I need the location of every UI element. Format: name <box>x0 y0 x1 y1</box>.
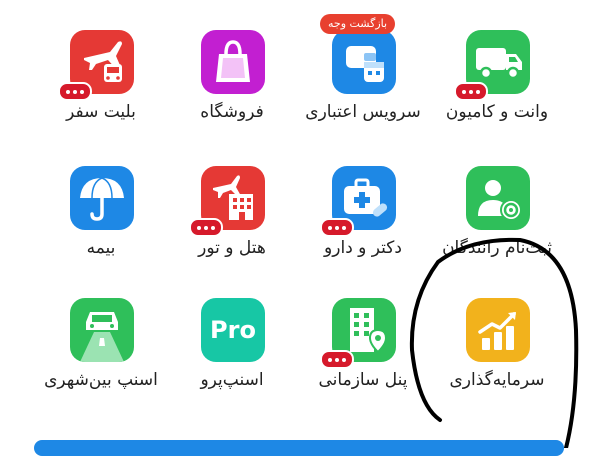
service-shop[interactable]: فروشگاه <box>167 30 297 160</box>
service-intercity[interactable]: اسنپ بین‌شهری <box>36 298 166 428</box>
service-label: اسنپ‌پرو <box>200 370 264 390</box>
refund-badge: بازگشت وجه <box>320 14 396 34</box>
service-hotel-tour[interactable]: هتل و تور <box>167 166 297 296</box>
driver-wheel-icon <box>466 166 530 230</box>
service-label: سرویس اعتباری <box>305 102 421 122</box>
service-travel-tickets[interactable]: بلیت سفر <box>36 30 166 160</box>
more-dots-icon <box>189 218 223 237</box>
service-label: پنل سازمانی <box>318 370 408 390</box>
service-label: دکتر و دارو <box>324 238 402 258</box>
more-dots-icon <box>58 82 92 101</box>
car-road-icon <box>70 298 134 362</box>
wallet-calendar-icon <box>332 30 396 94</box>
pro-icon: Pro <box>201 298 265 362</box>
service-credit[interactable]: سرویس اعتباری <box>298 30 428 160</box>
umbrella-icon <box>70 166 134 230</box>
service-label: بلیت سفر <box>66 102 136 122</box>
service-label: فروشگاه <box>200 102 264 122</box>
service-doctor-pharmacy[interactable]: دکتر و دارو <box>298 166 428 296</box>
service-truck[interactable]: وانت و کامیون <box>432 30 562 160</box>
pro-text: Pro <box>210 316 256 344</box>
bottom-banner[interactable] <box>34 440 564 456</box>
service-snapp-pro[interactable]: Pro اسنپ‌پرو <box>167 298 297 428</box>
service-driver-signup[interactable]: ثبت‌نام رانندگان <box>432 166 562 296</box>
investment-chart-icon <box>466 298 530 362</box>
service-investment[interactable]: سرمایه‌گذاری <box>432 298 562 428</box>
more-dots-icon <box>454 82 488 101</box>
shopping-bag-icon <box>201 30 265 94</box>
service-label: وانت و کامیون <box>445 102 549 122</box>
service-label: ثبت‌نام رانندگان <box>442 238 552 258</box>
service-insurance[interactable]: بیمه <box>36 166 166 296</box>
service-corporate-panel[interactable]: پنل سازمانی <box>298 298 428 428</box>
service-label: اسنپ بین‌شهری <box>44 370 158 390</box>
more-dots-icon <box>320 350 354 369</box>
service-label: سرمایه‌گذاری <box>449 370 545 390</box>
more-dots-icon <box>320 218 354 237</box>
service-label: بیمه <box>86 238 116 258</box>
service-label: هتل و تور <box>198 238 266 258</box>
